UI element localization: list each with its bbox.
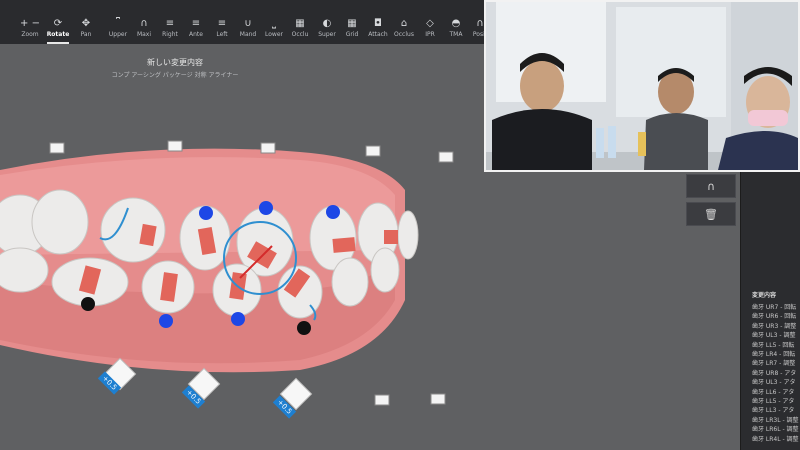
toolbar-tool-label: Ante (189, 31, 203, 38)
toolbar-tool-icon: ▦ (347, 18, 357, 29)
toolbar-tool-label: Maxi (136, 31, 152, 38)
change-list-item[interactable]: 歯牙 LR3L - 調整 (752, 415, 799, 424)
video-call-feed (484, 0, 800, 172)
toolbar-tool-icon: ∪ (244, 18, 252, 29)
toolbar-tool-icon: ✥ (81, 18, 91, 29)
toolbar-tool-icon: ∩ (140, 18, 148, 29)
toolbar-tool-icon: ◘ (374, 18, 382, 29)
toolbar-tool-maxi[interactable]: ∩ Maxi (130, 18, 158, 44)
change-list-item[interactable]: 歯牙 UL3 - 調整 (752, 330, 795, 339)
toolbar-tool-label: Occlu (291, 31, 309, 38)
toolbar-tool-icon: ⌂ (400, 18, 408, 29)
toolbar-tool-label: Grid (345, 31, 359, 38)
toolbar-tool-grid[interactable]: ▦ Grid (338, 18, 366, 44)
toolbar-tool-icon: ▦ (295, 18, 305, 29)
toolbar-tool-label: Upper (108, 31, 128, 38)
change-list-item[interactable]: 歯牙 UL3 - アタ (752, 377, 795, 386)
toolbar-tool-icon: ◇ (426, 18, 434, 29)
change-list-item[interactable]: 歯牙 UR3 - 調整 (752, 321, 796, 330)
change-list-item[interactable]: 歯牙 LR4L - 調整 (752, 434, 799, 443)
toolbar-tool-icon: ≡ (165, 18, 175, 29)
toolbar-tool-icon: ⎵ (272, 18, 276, 29)
toolbar-tool-rotate[interactable]: ⟳ Rotate (44, 18, 72, 44)
toolbar-tool-icon: + − (20, 18, 40, 29)
toolbar-tool-upper[interactable]: ⎴ Upper (104, 18, 132, 44)
change-list-item[interactable]: 歯牙 UR6 - 回転 (752, 311, 796, 320)
arch-view-button[interactable]: ∩ (686, 174, 736, 198)
toolbar-tool-label: Rotate (46, 31, 70, 38)
toolbar-tool-icon: ⟳ (53, 18, 63, 29)
toolbar-tool-attach[interactable]: ◘ Attach (364, 18, 392, 44)
toolbar-tool-label: Occlus (394, 31, 414, 38)
toolbar-tool-label: Pan (80, 31, 92, 38)
video-image (486, 2, 798, 170)
toolbar-tool-icon: ≡ (217, 18, 227, 29)
toolbar-tool-ante[interactable]: ≡ Ante (182, 18, 210, 44)
change-list-item[interactable]: 歯牙 LR4 - 回転 (752, 349, 795, 358)
toolbar-tool-icon: ≡ (191, 18, 201, 29)
change-list-item[interactable]: 歯牙 UR7 - 回転 (752, 302, 796, 311)
toolbar-tool-label: Attach (368, 31, 388, 38)
toolbar-tool-label: Zoom (21, 31, 39, 38)
toolbar-tool-label: Super (318, 31, 336, 38)
change-list-item[interactable]: 歯牙 LR7 - 調整 (752, 358, 795, 367)
toolbar-tool-pan[interactable]: ✥ Pan (72, 18, 100, 44)
change-list-item[interactable]: 歯牙 LL5 - 回転 (752, 340, 794, 349)
delete-button[interactable]: 🗑 (686, 202, 736, 226)
toolbar-tool-mand[interactable]: ∪ Mand (234, 18, 262, 44)
toolbar-tool-label: Mand (239, 31, 257, 38)
toolbar-tool-ipr[interactable]: ◇ IPR (416, 18, 444, 44)
toolbar-tool-icon: ⎴ (116, 18, 120, 29)
change-list-item[interactable]: 歯牙 LL3 - アタ (752, 405, 794, 414)
change-list-item[interactable]: 歯牙 LL5 - アタ (752, 396, 794, 405)
change-list-item[interactable]: 歯牙 LL6 - アタ (752, 387, 794, 396)
toolbar-tool-label: Right (162, 31, 178, 38)
toolbar-tool-lower[interactable]: ⎵ Lower (260, 18, 288, 44)
toolbar-tool-label: IPR (425, 31, 435, 38)
change-list-item[interactable]: 歯牙 UR8 - アタ (752, 368, 796, 377)
toolbar-tool-occlu[interactable]: ▦ Occlu (286, 18, 314, 44)
change-list-title: 変更内容 (752, 292, 777, 299)
toolbar-tool-zoom[interactable]: + − Zoom (16, 18, 44, 44)
toolbar-tool-right[interactable]: ≡ Right (156, 18, 184, 44)
toolbar-tool-icon: ◐ (322, 18, 332, 29)
toolbar-tool-left[interactable]: ≡ Left (208, 18, 236, 44)
toolbar-tool-label: Lower (265, 31, 283, 38)
toolbar-tool-label: Left (216, 31, 228, 38)
toolbar-tool-super[interactable]: ◐ Super (313, 18, 341, 44)
change-list-item[interactable]: 歯牙 LR6L - 調整 (752, 424, 799, 433)
toolbar-tool-occlus[interactable]: ⌂ Occlus (390, 18, 418, 44)
